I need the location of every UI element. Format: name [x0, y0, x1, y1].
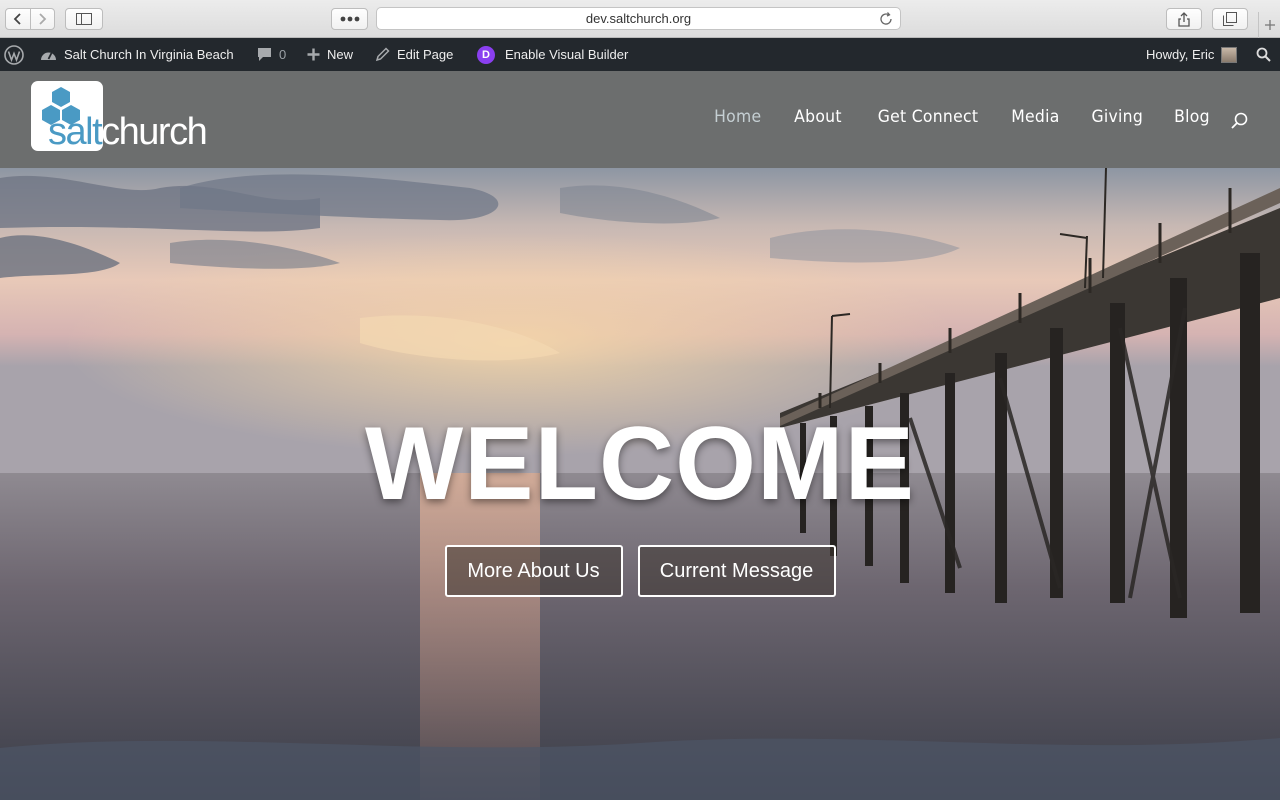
my-account-menu[interactable]: Howdy, Eric	[1146, 38, 1238, 71]
dashboard-icon	[41, 52, 56, 60]
search-icon[interactable]	[1230, 111, 1250, 131]
new-label: New	[327, 47, 354, 62]
wp-admin-bar: Salt Church In Virginia Beach 0 New Edit…	[0, 38, 1280, 71]
avatar	[1221, 46, 1238, 63]
logo-church-text: church	[101, 111, 208, 153]
sidebar-icon	[76, 13, 92, 25]
wp-logo-menu[interactable]	[4, 38, 24, 71]
logo-salt-text: salt	[48, 111, 103, 153]
history-nav-group	[5, 8, 55, 30]
enable-visual-builder-link[interactable]: D Enable Visual Builder	[477, 38, 628, 71]
address-bar[interactable]: dev.saltchurch.org	[376, 7, 901, 30]
more-about-us-button[interactable]: More About Us	[444, 545, 623, 597]
howdy-label: Howdy, Eric	[1146, 47, 1215, 62]
plus-icon	[307, 48, 320, 61]
nav-blog[interactable]: Blog	[1174, 107, 1210, 127]
hero-section: WELCOME More About Us Current Message	[0, 168, 1280, 800]
back-button[interactable]	[6, 9, 30, 29]
nav-media[interactable]: Media	[1011, 107, 1059, 127]
sidebar-toggle-button[interactable]	[65, 8, 103, 30]
browser-toolbar: dev.saltchurch.org	[0, 0, 1280, 38]
new-content-menu[interactable]: New	[307, 38, 353, 71]
admin-search-button[interactable]	[1256, 38, 1271, 71]
plus-icon	[1264, 20, 1275, 30]
hero-buttons: More About Us Current Message	[0, 545, 1280, 597]
pencil-icon	[375, 47, 390, 62]
new-tab-button[interactable]	[1258, 12, 1280, 38]
search-icon	[1256, 47, 1271, 62]
share-icon	[1178, 11, 1190, 27]
chevron-left-icon	[13, 13, 21, 25]
visual-builder-label: Enable Visual Builder	[505, 47, 629, 62]
comments-menu[interactable]: 0	[257, 38, 286, 71]
main-navigation: Home About Get Connect Media Giving Blog	[710, 107, 1210, 127]
hero-heading: WELCOME	[364, 406, 916, 522]
current-message-button[interactable]: Current Message	[637, 545, 836, 597]
share-button[interactable]	[1166, 8, 1202, 30]
nav-about[interactable]: About	[794, 107, 842, 127]
tabs-icon	[1223, 12, 1237, 26]
nav-home[interactable]: Home	[714, 107, 761, 127]
nav-giving[interactable]: Giving	[1092, 107, 1144, 127]
forward-button[interactable]	[29, 9, 55, 29]
site-name-label: Salt Church In Virginia Beach	[64, 47, 234, 62]
more-dots-icon	[340, 16, 359, 22]
reload-icon[interactable]	[878, 11, 894, 27]
tabs-overview-button[interactable]	[1212, 8, 1248, 30]
edit-page-link[interactable]: Edit Page	[375, 38, 453, 71]
nav-get-connect[interactable]: Get Connect	[878, 107, 979, 127]
comment-icon	[258, 48, 271, 61]
site-header: saltchurch Home About Get Connect Media …	[0, 71, 1280, 168]
edit-page-label: Edit Page	[397, 47, 454, 62]
comments-count: 0	[279, 47, 287, 62]
site-name-menu[interactable]: Salt Church In Virginia Beach	[40, 38, 234, 71]
chevron-right-icon	[39, 13, 47, 25]
wordpress-icon	[4, 44, 24, 65]
url-text: dev.saltchurch.org	[585, 11, 692, 26]
divi-icon: D	[477, 45, 495, 64]
logo-wordmark: saltchurch	[48, 111, 208, 154]
extensions-button[interactable]	[331, 8, 368, 30]
